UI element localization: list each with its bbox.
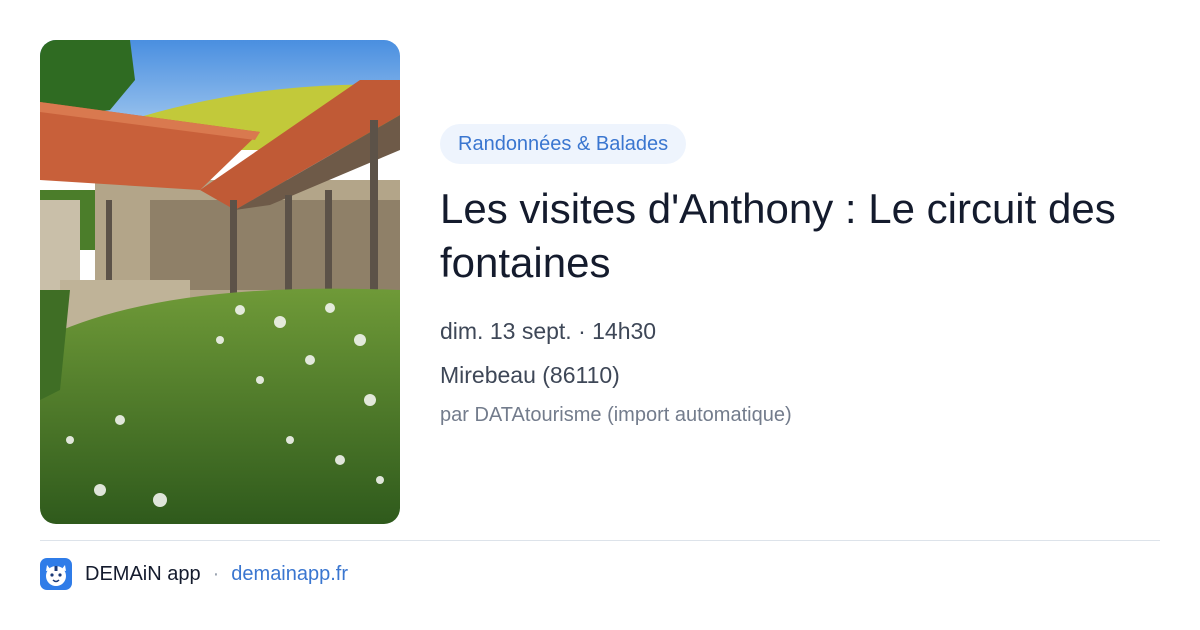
footer-separator: · [212, 562, 220, 585]
event-photo[interactable] [40, 40, 400, 524]
footer: DEMAiN app · demainapp.fr [40, 558, 348, 590]
event-title: Les visites d'Anthony : Le circuit des f… [440, 185, 1116, 286]
app-name: DEMAiN app [85, 562, 201, 585]
app-website-link[interactable]: demainapp.fr [231, 563, 348, 586]
tiger-face-icon[interactable] [40, 558, 72, 590]
event-details: Randonnées & Balades Les visites d'Antho… [440, 124, 1160, 428]
category-badge[interactable]: Randonnées & Balades [440, 124, 687, 164]
event-location: Mirebeau (86110) [440, 362, 620, 388]
footer-divider [40, 540, 1160, 541]
event-date-time: dim. 13 sept. · 14h30 [440, 318, 657, 344]
event-source: par DATAtourisme (import automatique) [440, 404, 792, 426]
